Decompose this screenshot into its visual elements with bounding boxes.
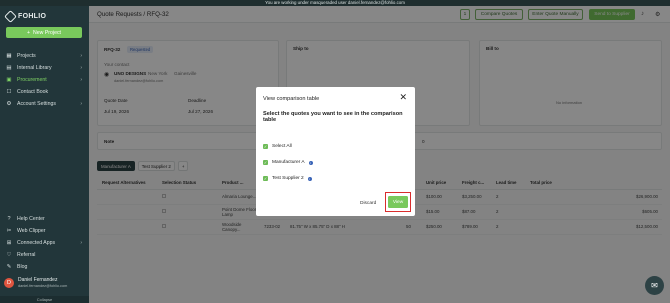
contact-book-icon: ☐	[6, 89, 12, 95]
sidebar-item-label: Connected Apps	[17, 240, 56, 246]
sidebar-item-contact-book[interactable]: ☐ Contact Book	[0, 87, 89, 97]
sidebar-item-label: Blog	[17, 264, 28, 270]
logo-icon	[4, 10, 17, 23]
sidebar-item-label: Projects	[17, 53, 36, 59]
sidebar-item-label: Referral	[17, 252, 36, 258]
sidebar-item-help-center[interactable]: ? Help Center	[0, 214, 89, 224]
user-email: daniel.fernandez@fohlio.com	[18, 284, 68, 288]
chevron-right-icon: ›	[80, 53, 82, 59]
apps-icon: ⊞	[6, 240, 12, 246]
plus-icon: +	[27, 29, 31, 36]
view-button[interactable]: View	[388, 196, 408, 208]
discard-button[interactable]: Discard	[360, 201, 376, 206]
sidebar-item-label: Internal Library	[17, 65, 52, 71]
info-icon[interactable]: i	[307, 176, 312, 181]
grid-icon: ▦	[6, 53, 12, 59]
option-test-supplier-2[interactable]: ✓ Test Supplier 2 i	[263, 176, 312, 181]
clipper-icon: ✂	[6, 228, 12, 234]
sidebar-item-internal-library[interactable]: ▤ Internal Library ›	[0, 63, 89, 73]
gear-icon: ⚙	[6, 101, 12, 107]
chevron-right-icon: ›	[80, 101, 82, 107]
option-label: Test Supplier 2	[272, 176, 304, 181]
modal-subtitle: Select the quotes you want to see in the…	[263, 111, 403, 123]
option-label: Select All	[272, 144, 292, 149]
new-project-button[interactable]: + New Project	[6, 27, 82, 38]
chat-icon[interactable]: ✉	[645, 276, 664, 295]
avatar: D	[4, 277, 14, 288]
sidebar-item-referral[interactable]: ♡ Referral	[0, 250, 89, 260]
user-name: Daniel Fernandez	[18, 277, 58, 283]
close-icon[interactable]: ✕	[399, 92, 407, 103]
new-project-label: New Project	[33, 29, 61, 36]
option-manufacturer-a[interactable]: ✓ Manufacturer A i	[263, 160, 313, 165]
collapse-button[interactable]: Collapse	[0, 296, 89, 303]
library-icon: ▤	[6, 65, 12, 71]
referral-icon: ♡	[6, 252, 12, 258]
modal-title: View comparison table	[263, 96, 320, 102]
sidebar-item-procurement[interactable]: ▣ Procurement ›	[0, 75, 89, 85]
info-icon[interactable]: i	[308, 160, 313, 165]
cart-icon: ▣	[6, 77, 12, 83]
chevron-right-icon: ›	[80, 65, 82, 71]
sidebar-item-label: Web Clipper	[17, 228, 46, 234]
option-select-all[interactable]: ✓ Select All	[263, 144, 292, 149]
sidebar-item-label: Account Settings	[17, 101, 56, 107]
comparison-modal: View comparison table ✕ Select the quote…	[256, 87, 415, 216]
option-label: Manufacturer A	[272, 160, 305, 165]
sidebar-item-projects[interactable]: ▦ Projects ›	[0, 51, 89, 61]
chevron-right-icon: ›	[80, 240, 82, 246]
user-profile[interactable]: D Daniel Fernandez daniel.fernandez@fohl…	[4, 277, 67, 288]
checkbox-checked-icon[interactable]: ✓	[263, 176, 268, 181]
checkbox-checked-icon[interactable]: ✓	[263, 160, 268, 165]
sidebar-item-label: Procurement	[17, 77, 47, 83]
checkbox-checked-icon[interactable]: ✓	[263, 144, 268, 149]
sidebar-item-blog[interactable]: ✎ Blog	[0, 262, 89, 272]
sidebar: FOHLIO + New Project ▦ Projects › ▤ Inte…	[0, 6, 89, 303]
sidebar-item-web-clipper[interactable]: ✂ Web Clipper	[0, 226, 89, 236]
logo-text: FOHLIO	[18, 13, 47, 20]
blog-icon: ✎	[6, 264, 12, 270]
chevron-right-icon: ›	[80, 77, 82, 83]
sidebar-item-connected-apps[interactable]: ⊞ Connected Apps ›	[0, 238, 89, 248]
sidebar-item-label: Help Center	[17, 216, 45, 222]
sidebar-item-label: Contact Book	[17, 89, 49, 95]
help-icon: ?	[7, 216, 11, 222]
fohlio-logo[interactable]: FOHLIO	[4, 10, 47, 23]
sidebar-item-account-settings[interactable]: ⚙ Account Settings ›	[0, 99, 89, 109]
